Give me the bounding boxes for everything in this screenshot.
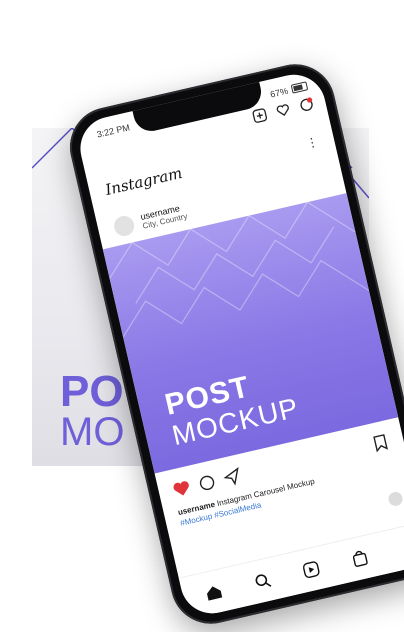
home-icon[interactable]: [203, 581, 225, 603]
phone-notch: [132, 79, 265, 135]
reels-icon[interactable]: [300, 559, 322, 581]
liked-heart-icon[interactable]: [171, 478, 193, 500]
search-icon[interactable]: [252, 570, 274, 592]
background-title-word1: PO: [60, 367, 124, 416]
messenger-icon[interactable]: [298, 96, 315, 113]
bottom-nav-bar: [178, 521, 404, 620]
share-icon[interactable]: [222, 466, 244, 488]
avatar[interactable]: [112, 213, 137, 238]
status-time: 3:22 PM: [95, 122, 131, 140]
background-title-word2: MO: [60, 410, 125, 454]
add-post-icon[interactable]: [251, 107, 268, 124]
comment-icon[interactable]: [196, 472, 218, 494]
more-vertical-icon[interactable]: ⋮: [305, 134, 320, 150]
post-image[interactable]: POST MOCKUP: [102, 193, 399, 474]
battery-icon: [290, 81, 309, 94]
comment-avatar[interactable]: [387, 490, 404, 508]
heart-icon[interactable]: [275, 102, 292, 119]
shop-icon[interactable]: [349, 548, 371, 570]
instagram-logo: Instagram: [103, 163, 184, 199]
battery-percent: 67%: [269, 85, 290, 100]
bookmark-icon[interactable]: [370, 432, 392, 454]
